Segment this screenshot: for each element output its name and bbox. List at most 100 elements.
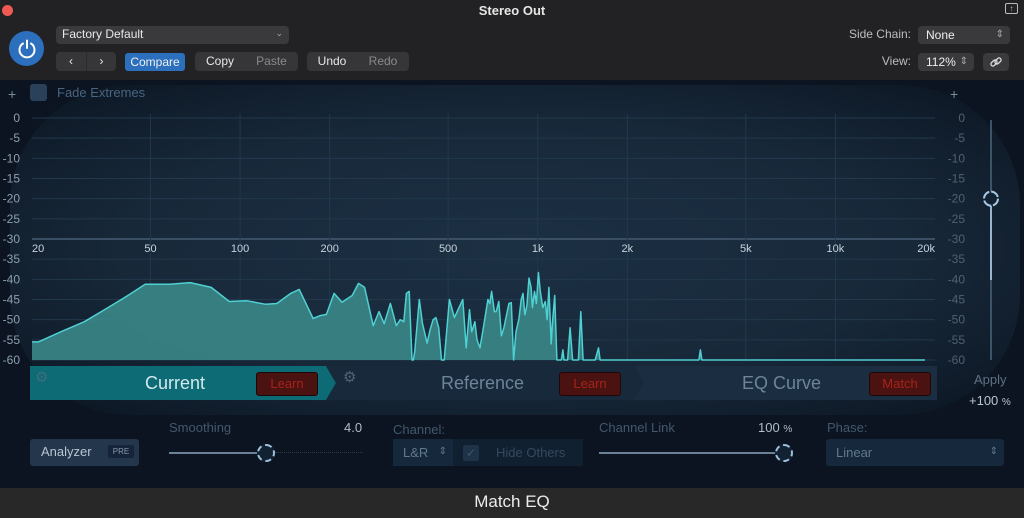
x-tick-label: 20	[32, 243, 44, 255]
x-tick-label: 50	[144, 243, 156, 255]
current-learn-button[interactable]: Learn	[256, 372, 318, 396]
apply-value-number: +100	[969, 393, 999, 408]
y-tick-label-right: -15	[948, 172, 966, 186]
smoothing-slider[interactable]	[169, 443, 363, 463]
power-icon	[18, 39, 35, 58]
reference-settings-gear-icon[interactable]: ⚙	[343, 368, 356, 386]
channel-link-value: 100 %	[758, 420, 792, 435]
analyzer-pre-badge[interactable]: PRE	[108, 445, 134, 458]
x-tick-label: 2k	[622, 243, 634, 255]
view-label: View:	[881, 54, 911, 68]
copy-button[interactable]: Copy	[195, 52, 245, 71]
channel-link-number: 100	[758, 420, 780, 435]
apply-value[interactable]: +100 %	[969, 393, 1011, 408]
redo-button[interactable]: Redo	[357, 52, 409, 71]
apply-label: Apply	[974, 372, 1007, 387]
plugin-header: Stereo Out ↑ Factory Default ⌄ ‹ › Compa…	[0, 0, 1024, 80]
undo-button[interactable]: Undo	[307, 52, 357, 71]
current-settings-gear-icon[interactable]: ⚙	[35, 368, 48, 386]
smoothing-slider-fill	[169, 452, 266, 454]
y-tick-label-left: -15	[3, 172, 21, 186]
section-bar: ⚙ Current Learn ⚙ Reference Learn EQ Cur…	[30, 364, 937, 401]
hide-others-checkbox[interactable]: ✓	[463, 445, 479, 461]
paste-button[interactable]: Paste	[245, 52, 298, 71]
analyzer-label: Analyzer	[41, 444, 92, 459]
side-chain-value: None	[926, 28, 955, 42]
phase-value: Linear	[836, 445, 873, 460]
undo-redo-group: Undo Redo	[307, 52, 409, 71]
y-tick-label-left: -45	[3, 293, 21, 307]
analyzer-button[interactable]: Analyzer PRE	[30, 439, 139, 466]
channel-label: Channel:	[393, 422, 446, 437]
footer: Match EQ	[0, 488, 1024, 518]
x-tick-label: 500	[439, 243, 457, 255]
up-down-chevron-icon: ⇕	[989, 446, 998, 457]
current-label: Current	[145, 373, 206, 393]
apply-slider	[983, 120, 999, 360]
hide-others-toggle[interactable]: ✓ Hide Others	[453, 439, 583, 466]
y-axis-right: 0 -5 -10 -15 -20 -25 -30 -35 -40 -45 -50 -55 -60-	[948, 111, 966, 370]
channel-value: L&R	[403, 445, 429, 460]
y-tick-label-left: -55	[3, 333, 21, 347]
match-eq-panel: + + Fade Extremes 0 -5 -10 -15 -20 -25 -30 -35-…	[0, 80, 1024, 488]
phase-label: Phase:	[827, 420, 868, 435]
reference-learn-button[interactable]: Learn	[559, 372, 621, 396]
y-tick-label-right: -50	[948, 313, 966, 327]
y-tick-label-left: -25	[3, 212, 21, 226]
view-zoom-value: 112%	[926, 55, 956, 69]
y-tick-label-left: -50	[3, 313, 21, 327]
y-tick-label-right: -40	[948, 272, 966, 286]
y-tick-label-right: -45	[948, 293, 966, 307]
y-axis-left: 0 -5 -10 -15 -20 -25 -30 -35 -40 -45 -50 -55 -60-	[3, 111, 21, 370]
power-button[interactable]	[9, 31, 44, 66]
channel-link-slider-fill	[599, 452, 784, 454]
up-down-chevron-icon: ⇕	[959, 56, 968, 67]
link-button[interactable]	[983, 53, 1009, 71]
chevron-left-icon: ‹	[69, 54, 73, 68]
phase-select[interactable]: Linear ⇕	[826, 439, 1004, 466]
x-axis: 20 50 100 200 500 1k 2k 5k 10k 20k	[32, 243, 935, 255]
channel-link-label: Channel Link	[599, 420, 675, 435]
x-tick-label: 20k	[917, 243, 935, 255]
chevron-right-icon: ›	[99, 54, 104, 68]
match-button[interactable]: Match	[869, 372, 931, 396]
smoothing-value: 4.0	[344, 420, 363, 435]
y-tick-label-right: -60	[948, 353, 966, 367]
y-tick-label-right: -55	[948, 333, 966, 347]
compare-button[interactable]: Compare	[125, 53, 185, 71]
preset-dropdown[interactable]: Factory Default ⌄	[56, 26, 289, 44]
x-tick-label: 100	[231, 243, 249, 255]
side-chain-select[interactable]: None ⇕	[918, 26, 1010, 44]
channel-link-slider-knob[interactable]	[775, 444, 793, 462]
previous-preset-button[interactable]: ‹	[56, 52, 86, 71]
y-tick-label-right: -5	[954, 131, 965, 145]
y-minus-right: -	[956, 367, 960, 370]
next-preset-button[interactable]: ›	[86, 52, 116, 71]
smoothing-slider-track	[275, 452, 363, 453]
expand-window-icon[interactable]: ↑	[1005, 3, 1018, 14]
spectrum-graph[interactable]: 0-5-10-15-20-25-30-35-40-45-50-55-60- 0-…	[0, 80, 1024, 370]
channel-link-unit: %	[783, 424, 793, 435]
up-down-chevron-icon: ⇕	[438, 446, 447, 457]
y-tick-label-left: -40	[3, 272, 21, 286]
reference-label: Reference	[441, 373, 525, 393]
channel-link-slider[interactable]	[599, 443, 793, 463]
apply-slider-knob[interactable]	[983, 190, 999, 207]
up-down-chevron-icon: ⇕	[995, 29, 1004, 40]
x-tick-label: 200	[320, 243, 338, 255]
y-tick-label-left: 0	[13, 111, 20, 125]
y-tick-label-right: -35	[948, 252, 966, 266]
y-tick-label-right: -25	[948, 212, 966, 226]
eq-curve-label: EQ Curve	[742, 373, 822, 393]
y-tick-label-left: -60	[3, 353, 21, 367]
x-tick-label: 1k	[532, 243, 544, 255]
smoothing-slider-knob[interactable]	[257, 444, 275, 462]
channel-select[interactable]: L&R ⇕	[393, 439, 453, 466]
view-zoom-select[interactable]: 112% ⇕	[918, 53, 974, 71]
side-chain-label: Side Chain:	[848, 27, 911, 41]
window-title: Stereo Out	[478, 3, 546, 18]
y-tick-label-left: -30	[3, 232, 21, 246]
spectrum-series	[32, 271, 925, 361]
y-tick-label-right: 0	[958, 111, 965, 125]
y-tick-label-left: -5	[9, 131, 20, 145]
